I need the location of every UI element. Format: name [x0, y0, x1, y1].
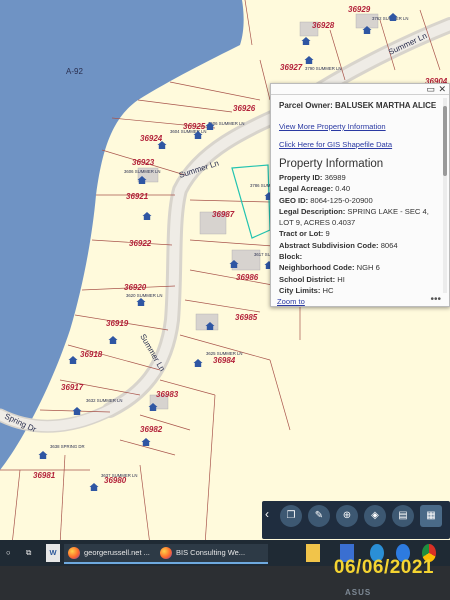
zoom-select-icon[interactable]: ⊕ — [336, 505, 358, 527]
photographed-screen: 36929 36928 36927 36904 36926 36925 3692… — [0, 0, 450, 600]
address-label: 3790 SUMMER LN — [305, 66, 342, 71]
address-label: 3637 SUMMER LN — [101, 473, 138, 478]
lot-label: 36920 — [124, 283, 147, 292]
lot-label: 36927 — [280, 63, 303, 72]
zoom-to-link[interactable]: Zoom to — [277, 297, 305, 306]
address-label: 3638 SPRING DR — [50, 444, 85, 449]
popup-scrollbar[interactable] — [443, 98, 447, 293]
collapse-chevron-icon[interactable]: ‹ — [265, 507, 269, 521]
lot-label: 36984 — [213, 356, 236, 365]
lot-label: 36926 — [233, 104, 256, 113]
lot-label: 36922 — [129, 239, 152, 248]
section-title: Property Information — [279, 158, 384, 170]
search-icon[interactable]: ○ — [6, 544, 18, 562]
lot-label: 36923 — [132, 158, 155, 167]
lot-label: 36987 — [212, 210, 235, 219]
pen-icon[interactable]: ✎ — [308, 505, 330, 527]
layers-icon[interactable]: ◈ — [364, 505, 386, 527]
field-row: Abstract Subdivision Code: 8064 — [279, 240, 398, 250]
grid-icon[interactable]: ▦ — [420, 505, 442, 527]
field-row: School District: HI — [279, 274, 345, 284]
field-row: Property ID: 36989 — [279, 173, 346, 182]
address-label: 3606 SUMMER LN — [124, 169, 161, 174]
firefox-icon — [160, 547, 172, 559]
word-icon[interactable]: W — [46, 544, 60, 562]
lot-label: 36929 — [348, 5, 371, 14]
field-row: Legal Acreage: 0.40 — [279, 184, 351, 194]
taskbar-app-firefox-2[interactable]: BIS Consulting We... — [156, 544, 268, 564]
lot-label: 36919 — [106, 319, 129, 328]
parcel-owner: Parcel Owner: BALUSEK MARTHA ALICE — [279, 101, 437, 110]
lot-label: 36985 — [235, 313, 258, 322]
lot-label: 36918 — [80, 350, 103, 359]
lot-label: 36982 — [140, 425, 163, 434]
firefox-icon — [68, 547, 80, 559]
lot-label: 36924 — [140, 134, 163, 143]
more-options-button[interactable]: ••• — [430, 294, 441, 305]
brand-logo: ASUS — [345, 588, 372, 597]
task-view-icon[interactable]: ⧉ — [26, 544, 40, 562]
popup-header-bar: ▭ ✕ — [271, 84, 449, 95]
lot-label: 36986 — [236, 273, 259, 282]
field-row: Block: — [279, 252, 303, 262]
area-label: A-92 — [66, 67, 83, 76]
lot-label: 36921 — [126, 192, 149, 201]
date-stamp: 06/06/2021 — [333, 557, 434, 578]
address-label: 3625 SUMMER LN — [206, 351, 243, 356]
field-row: Legal Description: SPRING LAKE - SEC 4, … — [279, 206, 429, 228]
map-toolbar: ‹ ❐ ✎ ⊕ ◈ ▤ ▦ — [262, 501, 450, 539]
property-popup: ▭ ✕ Parcel Owner: BALUSEK MARTHA ALICE V… — [270, 83, 450, 307]
field-row: GEO ID: 8064-125-0-20900 — [279, 195, 373, 205]
field-row: Neighborhood Code: NGH 6 — [279, 263, 380, 273]
field-row: City Limits: HC — [279, 285, 334, 295]
property-fields: Property ID: 36989 Legal Acreage: 0.40 G… — [279, 172, 441, 296]
address-label: 3604 SUMMER LN — [170, 129, 207, 134]
address-label: 3632 SUMMER LN — [86, 398, 123, 403]
bookmark-icon[interactable]: ❐ — [280, 505, 302, 527]
lot-label: 36917 — [61, 383, 84, 392]
lot-label: 36983 — [156, 390, 179, 399]
lot-label: 36928 — [312, 21, 335, 30]
gis-shapefile-link[interactable]: Click Here for GIS Shapefile Data — [279, 140, 392, 149]
lot-label: 36981 — [33, 471, 56, 480]
maximize-icon[interactable]: ▭ — [426, 84, 435, 94]
print-icon[interactable]: ▤ — [392, 505, 414, 527]
address-label: 3620 SUMMER LN — [126, 293, 163, 298]
folder-icon[interactable] — [306, 544, 320, 562]
view-more-link[interactable]: View More Property Information — [279, 122, 386, 131]
field-row: Tract or Lot: 9 — [279, 229, 330, 239]
close-icon[interactable]: ✕ — [438, 84, 446, 94]
